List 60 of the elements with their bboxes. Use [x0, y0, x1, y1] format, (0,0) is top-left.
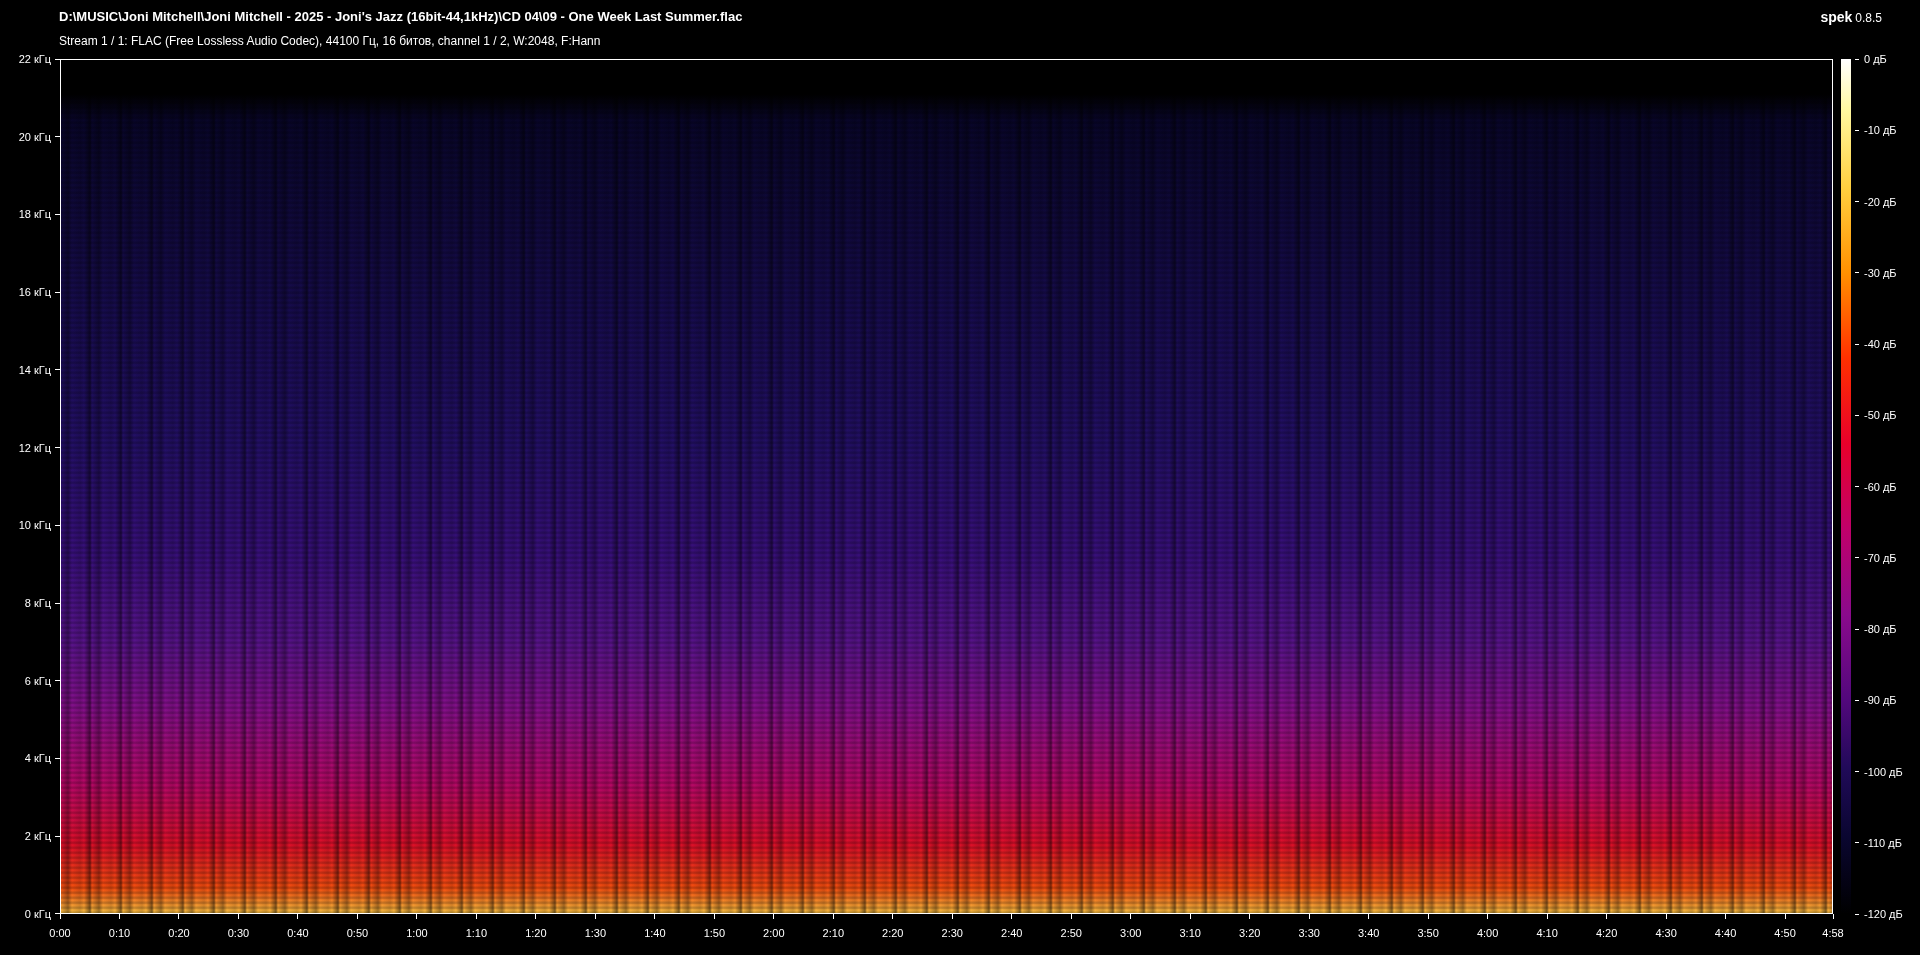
time-label: 4:40	[1714, 927, 1737, 940]
time-label: 3:50	[1417, 927, 1439, 940]
frequency-label: 14 кГц	[18, 362, 51, 377]
time-label: 1:20	[525, 927, 547, 940]
decibel-label: -40 дБ	[1864, 337, 1897, 351]
stream-info-text: Stream 1 / 1: FLAC (Free Lossless Audio Codec), 44100 Гц, 16 битов, channel 1 / 2, W:2048, F:Hann	[59, 33, 602, 49]
time-label: 0:50	[346, 927, 369, 940]
decibel-label: 0 дБ	[1864, 52, 1887, 66]
decibel-label: -60 дБ	[1864, 479, 1897, 494]
frequency-label: 0 кГц	[24, 906, 51, 921]
time-label: 3:40	[1357, 927, 1380, 940]
time-label: 2:20	[882, 927, 904, 940]
time-label: 0:40	[287, 927, 309, 940]
time-label: 4:30	[1655, 927, 1677, 940]
frequency-label: 6 кГц	[24, 673, 51, 688]
time-label: 2:00	[763, 927, 785, 940]
frequency-label: 12 кГц	[18, 440, 51, 455]
time-label: 3:30	[1298, 927, 1320, 940]
decibel-label: -70 дБ	[1864, 550, 1897, 565]
time-label: 4:10	[1536, 927, 1558, 940]
time-label: 4:50	[1774, 927, 1796, 940]
time-label: 1:40	[644, 927, 666, 940]
frequency-label: 16 кГц	[18, 285, 51, 300]
time-label: 1:30	[584, 927, 607, 940]
frequency-label: 22 кГц	[18, 52, 51, 66]
time-label: 2:30	[941, 927, 963, 940]
decibel-label: -50 дБ	[1864, 408, 1897, 423]
app-name: spek	[1820, 9, 1853, 25]
time-label: 2:50	[1060, 927, 1082, 940]
decibel-label: -80 дБ	[1864, 622, 1897, 636]
decibel-label: -10 дБ	[1864, 123, 1897, 138]
frequency-label: 20 кГц	[18, 129, 51, 144]
time-label: 2:40	[1001, 927, 1023, 940]
time-label: 3:20	[1239, 927, 1261, 940]
time-label: 1:10	[465, 927, 488, 940]
frequency-label: 8 кГц	[24, 596, 51, 611]
frequency-label: 2 кГц	[24, 829, 51, 844]
frequency-label: 10 кГц	[18, 518, 51, 533]
decibel-label: -120 дБ	[1864, 907, 1903, 921]
app-version: 0.8.5	[1855, 11, 1882, 25]
time-label: 4:00	[1476, 927, 1499, 940]
time-label: 3:10	[1179, 927, 1201, 940]
time-label: 1:50	[703, 927, 726, 940]
decibel-label: -110 дБ	[1864, 835, 1902, 850]
time-label: 0:10	[108, 927, 131, 940]
decibel-label: -90 дБ	[1864, 693, 1897, 708]
time-label: 0:30	[227, 927, 250, 940]
time-label: 3:00	[1120, 927, 1142, 940]
time-label: 4:20	[1595, 927, 1618, 940]
frequency-label: 18 кГц	[18, 207, 51, 222]
frequency-label: 4 кГц	[24, 751, 51, 766]
time-label: 4:58	[1822, 927, 1844, 940]
time-label: 0:00	[49, 927, 71, 940]
decibel-label: -30 дБ	[1864, 265, 1897, 280]
time-label: 2:10	[822, 927, 844, 940]
decibel-label: -100 дБ	[1864, 764, 1903, 779]
file-path-title: D:\MUSIC\Joni Mitchell\Joni Mitchell - 2025 - Joni's Jazz (16bit-44,1kHz)\CD 04\09 - One Week Last Summer.flac	[59, 8, 743, 26]
decibel-label: -20 дБ	[1864, 194, 1897, 209]
time-label: 1:00	[406, 927, 428, 940]
time-label: 0:20	[168, 927, 190, 940]
